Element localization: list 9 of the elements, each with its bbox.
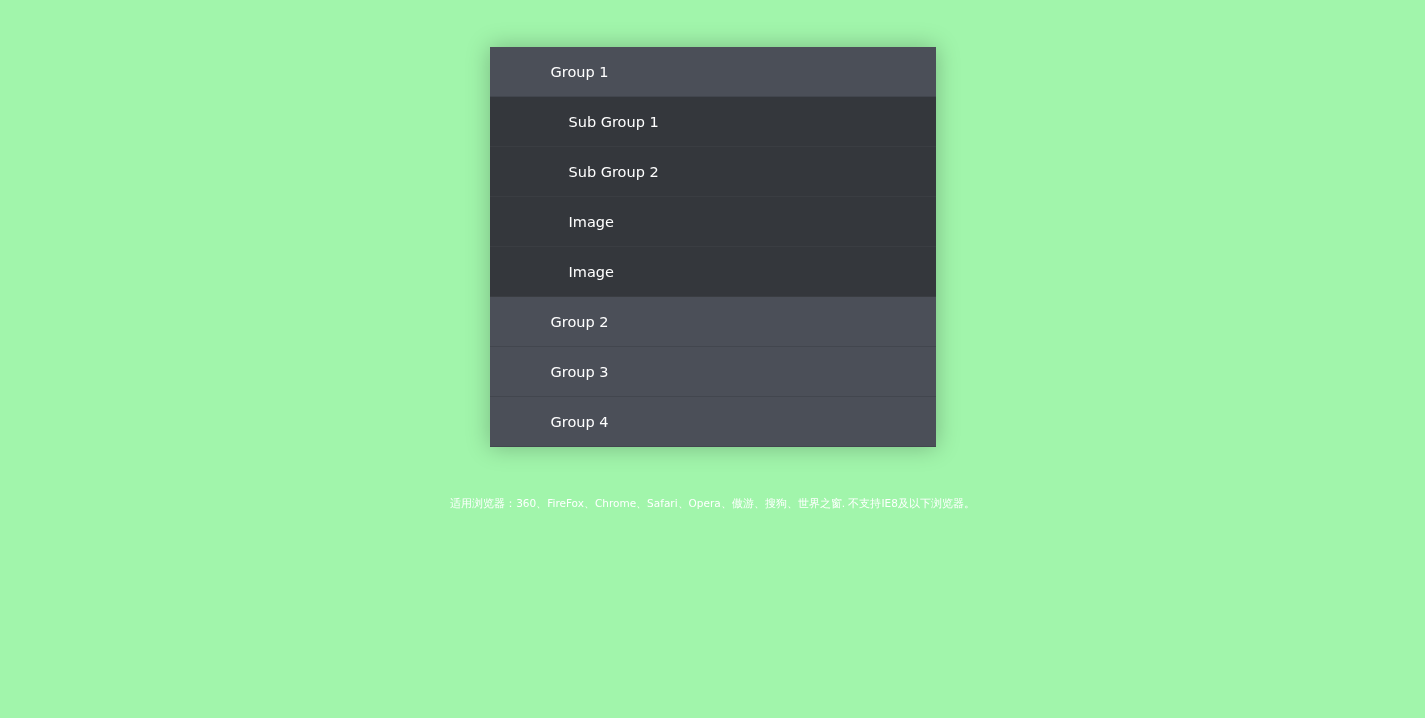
menu-group[interactable]: Group 3 [489,347,936,397]
submenu-item[interactable]: Image [489,247,936,297]
submenu-item[interactable]: Sub Group 1 [489,97,936,147]
menu-group[interactable]: Group 1 [489,47,936,97]
menu-group[interactable]: Group 2 [489,297,936,347]
submenu-item[interactable]: Sub Group 2 [489,147,936,197]
submenu-item[interactable]: Image [489,197,936,247]
browser-support-note: 适用浏览器：360、FireFox、Chrome、Safari、Opera、傲游、搜狗、世界之窗. 不支持IE8及以下浏览器。 [450,497,975,511]
menu-group[interactable]: Group 4 [489,397,936,447]
